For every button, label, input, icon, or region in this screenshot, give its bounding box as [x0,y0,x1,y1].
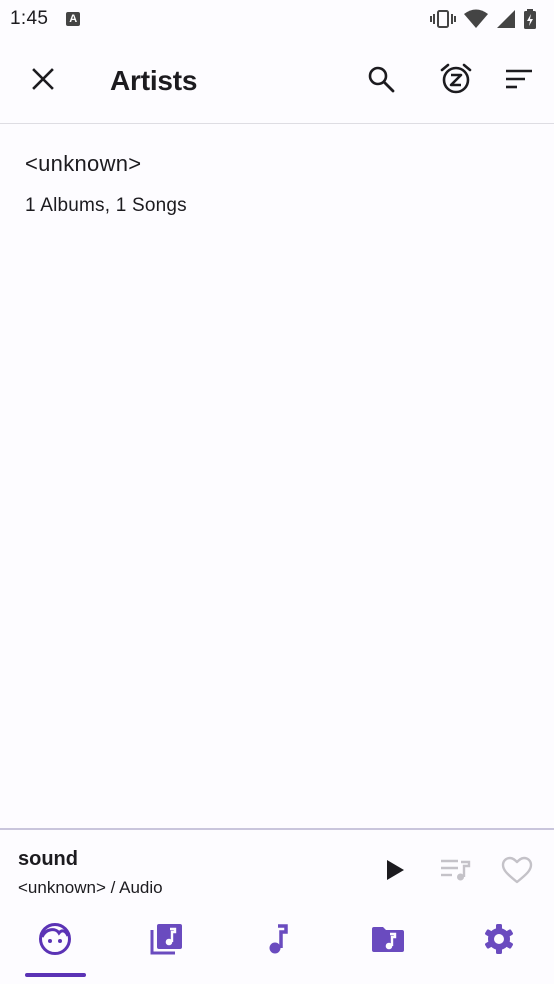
artist-song-count: 1 Songs [115,195,187,216]
battery-icon [524,9,536,29]
vibrate-icon [430,9,456,29]
signal-icon [496,9,516,29]
favorite-button[interactable] [495,850,539,894]
notification-icon: A [66,12,81,26]
sleep-timer-icon [440,63,472,100]
music-note-icon [260,922,294,961]
sleep-timer-button[interactable] [432,57,480,105]
search-icon [367,65,395,98]
now-playing-title: sound [18,848,78,870]
album-library-icon [149,922,183,961]
bottom-nav [0,898,554,984]
status-time: 1:45 [10,8,49,29]
play-icon [385,859,405,886]
queue-music-icon [441,858,471,887]
list-item[interactable]: <unknown> 1 Albums, 1 Songs [0,125,554,237]
sort-icon [505,68,533,95]
status-icons [430,9,536,29]
page-title: Artists [110,65,198,96]
app-bar: Artists [0,38,554,124]
nav-item-songs[interactable] [249,922,305,970]
now-playing-subtitle: <unknown> / Audio [18,878,163,897]
close-icon [31,67,55,96]
heart-icon [501,856,533,889]
nav-item-settings[interactable] [471,922,527,970]
artist-face-icon [38,922,72,961]
wifi-icon [464,9,488,29]
music-folder-icon [371,922,405,961]
gear-icon [482,922,516,961]
status-bar: 1:45 A [0,0,554,38]
nav-item-artists[interactable] [27,922,83,970]
sort-button[interactable] [495,57,543,105]
artist-name: <unknown> [25,151,142,176]
nav-selected-indicator [25,973,86,977]
nav-item-albums[interactable] [138,922,194,970]
close-button[interactable] [19,57,67,105]
nav-item-folders[interactable] [360,922,416,970]
search-button[interactable] [357,57,405,105]
queue-button[interactable] [434,850,478,894]
play-button[interactable] [373,850,417,894]
mini-player[interactable]: sound <unknown> / Audio [0,828,554,898]
artist-list: <unknown> 1 Albums, 1 Songs [0,125,554,828]
artist-album-count: 1 Albums, [25,195,111,216]
artist-meta: 1 Albums, 1 Songs [25,195,554,217]
